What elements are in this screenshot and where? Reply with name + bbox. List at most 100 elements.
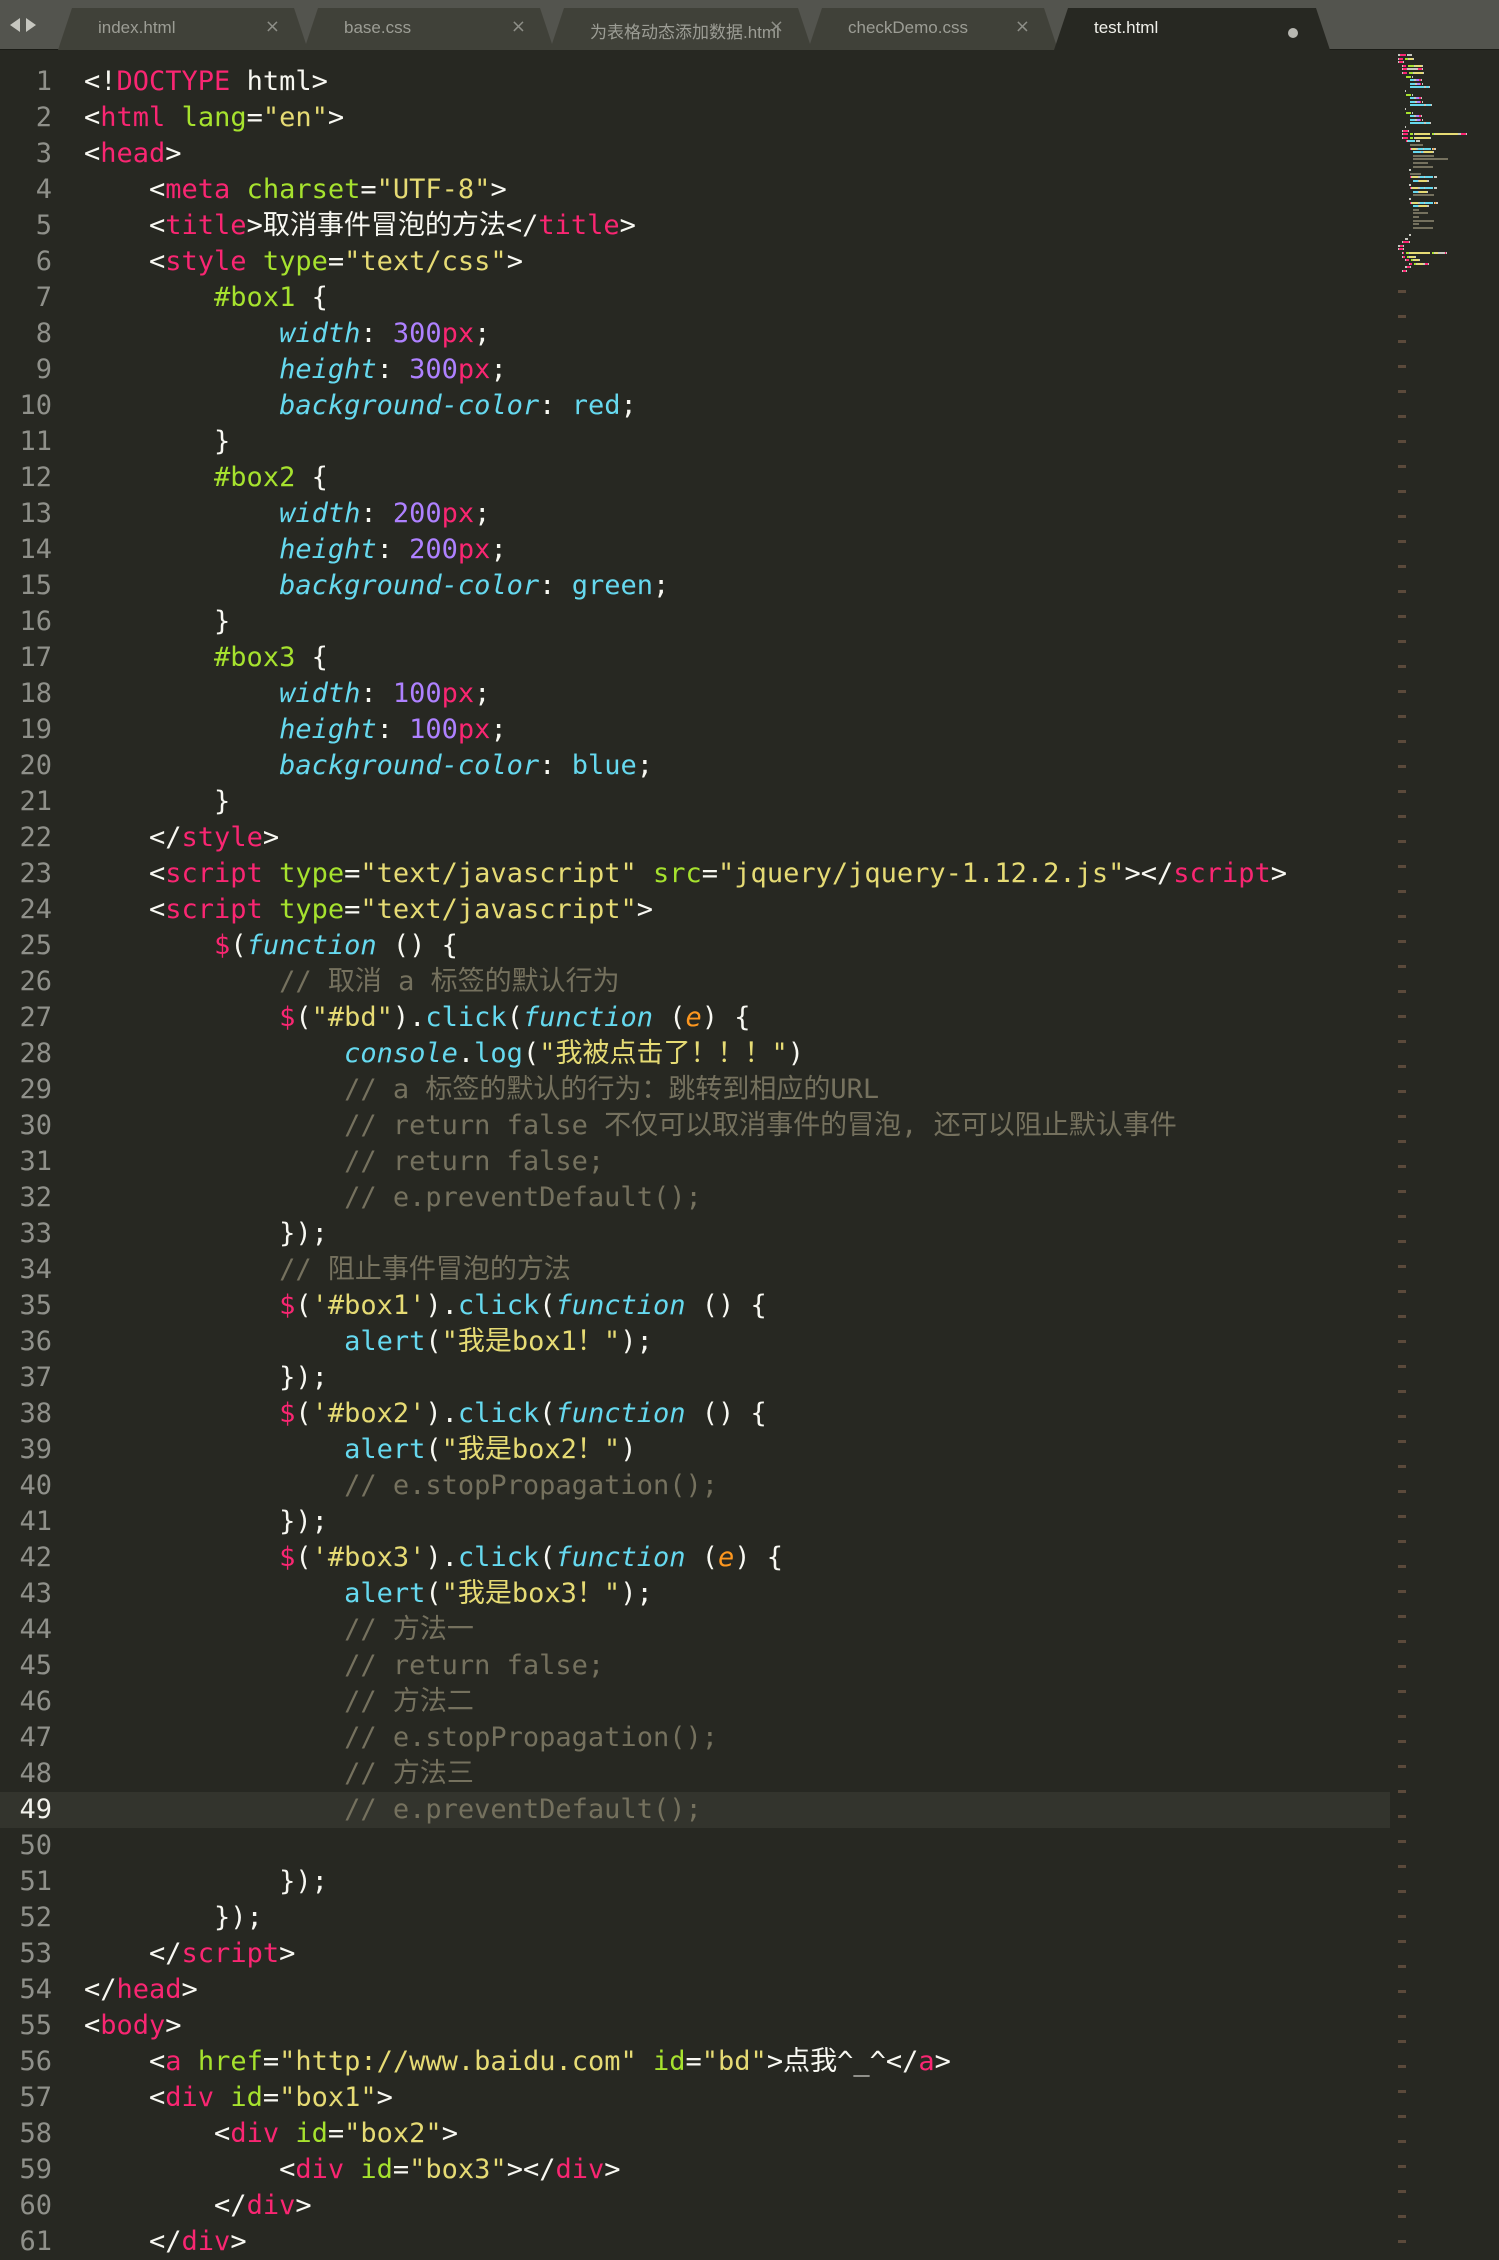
- code-text[interactable]: <div id="box1">: [84, 2080, 393, 2116]
- code-line[interactable]: 37 });: [0, 1360, 1390, 1396]
- code-text[interactable]: });: [84, 1504, 328, 1540]
- code-text[interactable]: });: [84, 1360, 328, 1396]
- code-line[interactable]: 11 }: [0, 424, 1390, 460]
- code-text[interactable]: #box3 {: [84, 640, 328, 676]
- code-line[interactable]: 21 }: [0, 784, 1390, 820]
- code-line[interactable]: 13 width: 200px;: [0, 496, 1390, 532]
- code-text[interactable]: <style type="text/css">: [84, 244, 523, 280]
- code-line[interactable]: 42 $('#box3').click(function (e) {: [0, 1540, 1390, 1576]
- code-text[interactable]: <a href="http://www.baidu.com" id="bd">点…: [84, 2044, 951, 2080]
- code-line[interactable]: 51 });: [0, 1864, 1390, 1900]
- code-text[interactable]: // 取消 a 标签的默认行为: [84, 964, 620, 1000]
- code-line[interactable]: 10 background-color: red;: [0, 388, 1390, 424]
- code-text[interactable]: <html lang="en">: [84, 100, 344, 136]
- code-line[interactable]: 36 alert("我是box1！");: [0, 1324, 1390, 1360]
- code-line[interactable]: 7 #box1 {: [0, 280, 1390, 316]
- code-line[interactable]: 39 alert("我是box2！"): [0, 1432, 1390, 1468]
- code-text[interactable]: width: 300px;: [84, 316, 490, 352]
- code-text[interactable]: $("#bd").click(function (e) {: [84, 1000, 750, 1036]
- code-line[interactable]: 22 </style>: [0, 820, 1390, 856]
- code-text[interactable]: background-color: blue;: [84, 748, 653, 784]
- code-line[interactable]: 31 // return false;: [0, 1144, 1390, 1180]
- code-line[interactable]: 6 <style type="text/css">: [0, 244, 1390, 280]
- code-text[interactable]: });: [84, 1864, 328, 1900]
- code-line[interactable]: 32 // e.preventDefault();: [0, 1180, 1390, 1216]
- code-text[interactable]: $('#box3').click(function (e) {: [84, 1540, 783, 1576]
- code-text[interactable]: // e.stopPropagation();: [84, 1468, 718, 1504]
- code-line[interactable]: 5 <title>取消事件冒泡的方法</title>: [0, 208, 1390, 244]
- code-text[interactable]: </style>: [84, 820, 279, 856]
- code-line[interactable]: 48 // 方法三: [0, 1756, 1390, 1792]
- code-line[interactable]: 46 // 方法二: [0, 1684, 1390, 1720]
- minimap[interactable]: [1392, 50, 1499, 2253]
- code-line[interactable]: 45 // return false;: [0, 1648, 1390, 1684]
- code-text[interactable]: // return false;: [84, 1144, 604, 1180]
- code-text[interactable]: // 阻止事件冒泡的方法: [84, 1252, 571, 1288]
- code-text[interactable]: #box2 {: [84, 460, 328, 496]
- code-line[interactable]: 38 $('#box2').click(function () {: [0, 1396, 1390, 1432]
- unsaved-dot-icon[interactable]: [1288, 28, 1298, 38]
- close-icon[interactable]: ×: [265, 16, 280, 37]
- code-text[interactable]: <meta charset="UTF-8">: [84, 172, 507, 208]
- code-line[interactable]: 61 </div>: [0, 2224, 1390, 2260]
- code-text[interactable]: <!DOCTYPE html>: [84, 64, 328, 100]
- code-line[interactable]: 20 background-color: blue;: [0, 748, 1390, 784]
- tab-test-html[interactable]: test.html: [1054, 8, 1330, 50]
- code-line[interactable]: 53 </script>: [0, 1936, 1390, 1972]
- code-line[interactable]: 2 <html lang="en">: [0, 100, 1390, 136]
- arrow-right-icon[interactable]: [26, 18, 36, 32]
- code-text[interactable]: });: [84, 1216, 328, 1252]
- code-text[interactable]: <div id="box3"></div>: [84, 2152, 620, 2188]
- code-text[interactable]: <script type="text/javascript">: [84, 892, 653, 928]
- code-line[interactable]: 29 // a 标签的默认的行为：跳转到相应的URL: [0, 1072, 1390, 1108]
- code-line[interactable]: 52 });: [0, 1900, 1390, 1936]
- code-line[interactable]: 23 <script type="text/javascript" src="j…: [0, 856, 1390, 892]
- code-line[interactable]: 12 #box2 {: [0, 460, 1390, 496]
- code-line[interactable]: 40 // e.stopPropagation();: [0, 1468, 1390, 1504]
- arrow-left-icon[interactable]: [10, 18, 20, 32]
- code-line[interactable]: 59 <div id="box3"></div>: [0, 2152, 1390, 2188]
- tab-checkdemo-css[interactable]: checkDemo.css ×: [808, 8, 1058, 50]
- code-text[interactable]: // 方法二: [84, 1684, 474, 1720]
- code-line[interactable]: 14 height: 200px;: [0, 532, 1390, 568]
- code-line[interactable]: 33 });: [0, 1216, 1390, 1252]
- code-text[interactable]: height: 200px;: [84, 532, 507, 568]
- code-text[interactable]: $('#box1').click(function () {: [84, 1288, 767, 1324]
- code-text[interactable]: // a 标签的默认的行为：跳转到相应的URL: [84, 1072, 879, 1108]
- code-text[interactable]: <body>: [84, 2008, 182, 2044]
- code-text[interactable]: <script type="text/javascript" src="jque…: [84, 856, 1287, 892]
- code-text[interactable]: console.log("我被点击了！！！"): [84, 1036, 804, 1072]
- close-icon[interactable]: ×: [511, 16, 526, 37]
- code-text[interactable]: }: [84, 604, 230, 640]
- code-line[interactable]: 16 }: [0, 604, 1390, 640]
- code-text[interactable]: height: 100px;: [84, 712, 507, 748]
- code-text[interactable]: $(function () {: [84, 928, 458, 964]
- code-line[interactable]: 9 height: 300px;: [0, 352, 1390, 388]
- code-line[interactable]: 30 // return false 不仅可以取消事件的冒泡, 还可以阻止默认事…: [0, 1108, 1390, 1144]
- code-line[interactable]: 35 $('#box1').click(function () {: [0, 1288, 1390, 1324]
- close-icon[interactable]: ×: [1015, 16, 1030, 37]
- code-text[interactable]: // return false;: [84, 1648, 604, 1684]
- code-line[interactable]: 34 // 阻止事件冒泡的方法: [0, 1252, 1390, 1288]
- close-icon[interactable]: ×: [769, 16, 784, 37]
- code-text[interactable]: height: 300px;: [84, 352, 507, 388]
- code-line[interactable]: 56 <a href="http://www.baidu.com" id="bd…: [0, 2044, 1390, 2080]
- code-text[interactable]: #box1 {: [84, 280, 328, 316]
- code-line[interactable]: 41 });: [0, 1504, 1390, 1540]
- code-line[interactable]: 26 // 取消 a 标签的默认行为: [0, 964, 1390, 1000]
- code-text[interactable]: <div id="box2">: [84, 2116, 458, 2152]
- code-line[interactable]: 17 #box3 {: [0, 640, 1390, 676]
- code-line[interactable]: 57 <div id="box1">: [0, 2080, 1390, 2116]
- code-text[interactable]: // 方法三: [84, 1756, 474, 1792]
- code-line[interactable]: 18 width: 100px;: [0, 676, 1390, 712]
- code-text[interactable]: </div>: [84, 2224, 247, 2260]
- code-text[interactable]: }: [84, 424, 230, 460]
- code-text[interactable]: </div>: [84, 2188, 312, 2224]
- code-line[interactable]: 47 // e.stopPropagation();: [0, 1720, 1390, 1756]
- code-text[interactable]: alert("我是box2！"): [84, 1432, 636, 1468]
- code-text[interactable]: width: 200px;: [84, 496, 490, 532]
- code-line[interactable]: 15 background-color: green;: [0, 568, 1390, 604]
- code-line[interactable]: 44 // 方法一: [0, 1612, 1390, 1648]
- tab-index-html[interactable]: index.html ×: [58, 8, 308, 50]
- code-text[interactable]: width: 100px;: [84, 676, 490, 712]
